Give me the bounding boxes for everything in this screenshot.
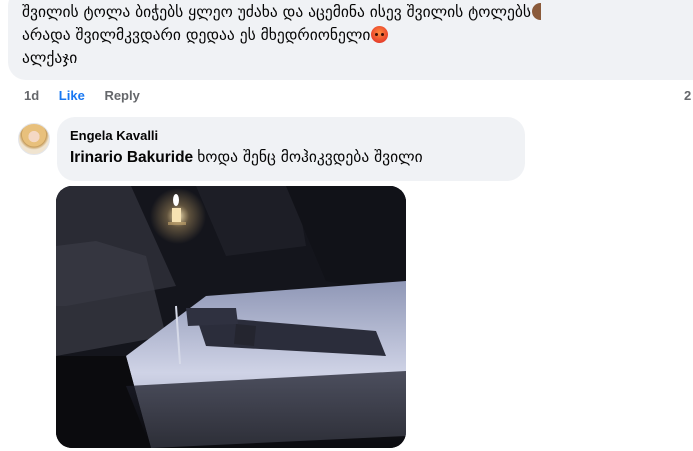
comment-actions: 1d Like Reply xyxy=(24,88,156,103)
comment-author[interactable]: Engela Kavalli xyxy=(70,128,158,143)
comment-image-attachment[interactable] xyxy=(56,186,406,448)
parent-comment-line-1: შვილის ტოლა ბიჭებს ყლეო უძახა და აცემინა… xyxy=(22,2,541,22)
candle-cross-scene xyxy=(56,186,406,448)
angry-face-icon xyxy=(371,26,389,43)
comment-timestamp[interactable]: 1d xyxy=(24,88,39,103)
reaction-count[interactable]: 2 xyxy=(684,88,691,103)
reply-button[interactable]: Reply xyxy=(104,88,139,103)
reply-comment-body: ხოდა შენც მოჰიკვდება შვილი xyxy=(197,148,423,166)
mention-link[interactable]: Irinario Bakuride xyxy=(70,149,193,166)
reply-comment-text: Irinario Bakuride ხოდა შენც მოჰიკვდება შვ… xyxy=(70,148,423,167)
parent-comment-bubble: შვილის ტოლა ბიჭებს ყლეო უძახა და აცემინა… xyxy=(8,0,693,80)
comment-thread: შვილის ტოლა ბიჭებს ყლეო უძახა და აცემინა… xyxy=(0,0,693,451)
parent-comment-line-2: არადა შვილმკვდარი დედაა ეს მხედრიონელი xyxy=(22,25,389,45)
parent-comment-line-3: ალქაჯი xyxy=(22,49,78,67)
avatar[interactable] xyxy=(18,123,50,155)
like-button[interactable]: Like xyxy=(59,88,85,103)
reply-comment-bubble: Engela Kavalli Irinario Bakuride ხოდა შენ… xyxy=(57,117,525,181)
emoji-partial-icon xyxy=(531,3,541,20)
